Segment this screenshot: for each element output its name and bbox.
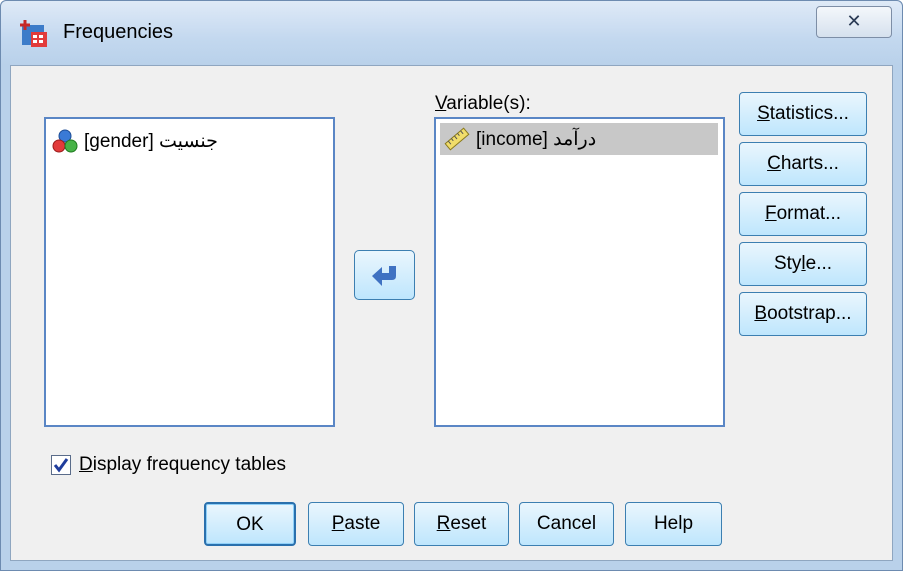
frequencies-dialog: Frequencies ✕ [gender] جنسیت Variable(s) (0, 0, 903, 571)
format-button[interactable]: Format... (739, 192, 867, 236)
nominal-variable-icon (52, 129, 78, 153)
close-button[interactable]: ✕ (816, 6, 892, 38)
move-variable-button[interactable] (354, 250, 415, 300)
reset-button[interactable]: Reset (414, 502, 509, 546)
checkbox-label: Display frequency tables (79, 454, 287, 475)
help-button[interactable]: Help (625, 502, 722, 546)
list-item[interactable]: [gender] جنسیت (52, 125, 218, 157)
charts-button[interactable]: Charts... (739, 142, 867, 186)
variables-label: Variable(s): (435, 93, 531, 114)
checkbox-checked-icon[interactable] (51, 455, 71, 475)
display-frequency-tables-checkbox[interactable]: Display frequency tables (51, 454, 286, 476)
list-item[interactable]: [income] درآمد (440, 123, 718, 155)
source-variable-list[interactable]: [gender] جنسیت (44, 117, 335, 427)
ok-button[interactable]: OK (204, 502, 296, 546)
move-left-arrow-icon (372, 266, 396, 286)
bootstrap-button[interactable]: Bootstrap... (739, 292, 867, 336)
variable-label: [gender] جنسیت (84, 130, 218, 152)
cancel-button[interactable]: Cancel (519, 502, 614, 546)
window-title: Frequencies (63, 21, 174, 43)
style-button[interactable]: Style... (739, 242, 867, 286)
frequencies-icon (20, 20, 47, 47)
title-bar[interactable]: Frequencies ✕ (1, 1, 902, 65)
close-icon: ✕ (846, 11, 862, 31)
variable-label: [income] درآمد (476, 128, 597, 150)
target-variable-list[interactable]: [income] درآمد (434, 117, 725, 427)
statistics-button[interactable]: Statistics... (739, 92, 867, 136)
paste-button[interactable]: Paste (308, 502, 404, 546)
dialog-body: [gender] جنسیت Variable(s): [income] درآ… (10, 65, 893, 561)
scale-variable-icon (444, 127, 470, 151)
